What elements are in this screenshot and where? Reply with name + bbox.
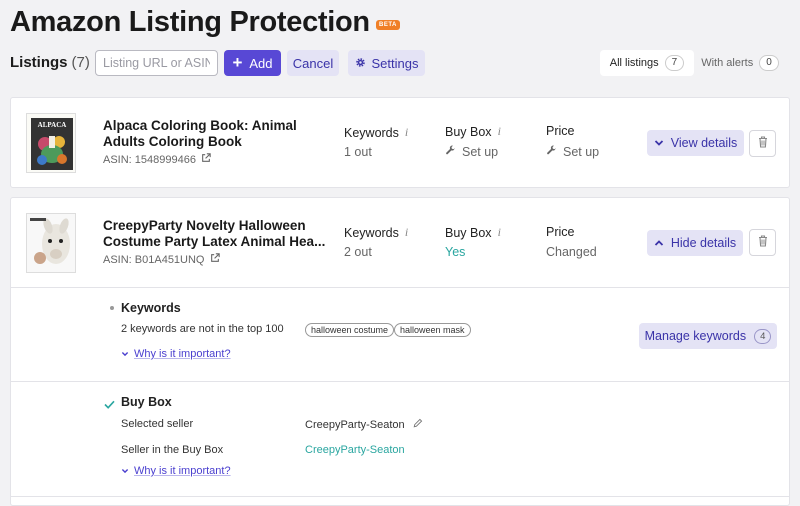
wrench-icon: [445, 145, 456, 159]
view-details-button[interactable]: View details: [647, 130, 744, 156]
listings-label: Listings: [10, 54, 68, 71]
tab-all-listings[interactable]: All listings 7: [600, 50, 694, 76]
chevron-down-icon: [121, 348, 129, 360]
keywords-column-header: Keywords i: [344, 225, 409, 240]
tab-with-alerts[interactable]: With alerts 0: [700, 50, 780, 76]
product-thumbnail: [26, 213, 76, 273]
gear-icon: [355, 56, 366, 71]
page-title: Amazon Listing Protection: [10, 6, 370, 38]
why-important-link[interactable]: Why is it important?: [121, 465, 231, 477]
tab-all-label: All listings: [609, 57, 659, 69]
product-thumbnail: ALPACA: [26, 113, 76, 173]
manage-keywords-count: 4: [754, 328, 772, 344]
trash-icon: [758, 234, 768, 252]
price-column-header: Price: [546, 124, 575, 138]
info-icon[interactable]: i: [405, 125, 408, 140]
buybox-section-title: Buy Box: [121, 395, 172, 409]
keywords-value: 2 out: [344, 245, 372, 259]
listing-url-input[interactable]: [95, 50, 218, 76]
selected-seller-label: Selected seller: [121, 418, 194, 430]
tab-all-count: 7: [664, 55, 685, 71]
selected-seller-value: CreepyParty-Seaton: [305, 418, 405, 431]
add-button-label: Add: [249, 55, 273, 71]
beta-badge: BETA: [376, 20, 400, 30]
info-icon[interactable]: i: [498, 225, 501, 240]
why-important-link[interactable]: Why is it important?: [121, 348, 231, 360]
pencil-icon[interactable]: [413, 418, 423, 431]
cancel-button[interactable]: Cancel: [287, 50, 339, 76]
cancel-button-label: Cancel: [292, 55, 334, 71]
chevron-down-icon: [121, 465, 129, 477]
plus-icon: +: [232, 53, 243, 72]
selected-seller: CreepyParty-Seaton: [305, 418, 423, 431]
keywords-column-header: Keywords i: [344, 125, 409, 140]
divider: [10, 381, 790, 382]
buybox-column-header: Buy Box i: [445, 124, 501, 139]
chevron-down-icon: [654, 136, 664, 150]
keywords-section-title: Keywords: [121, 301, 181, 315]
wrench-icon: [546, 145, 557, 159]
keyword-tag: halloween mask: [394, 323, 471, 337]
buybox-value: Yes: [445, 245, 466, 259]
manage-keywords-button[interactable]: Manage keywords 4: [639, 323, 777, 349]
divider: [10, 287, 790, 288]
price-value: Changed: [546, 245, 597, 259]
product-asin: ASIN: 1548999466: [103, 153, 211, 166]
tab-alerts-label: With alerts: [701, 57, 754, 69]
product-title[interactable]: CreepyParty Novelty Halloween Costume Pa…: [103, 218, 325, 250]
check-icon: [104, 396, 115, 414]
settings-button-label: Settings: [371, 55, 419, 71]
info-icon[interactable]: i: [498, 124, 501, 139]
price-column-header: Price: [546, 225, 575, 239]
seller-in-buybox-value[interactable]: CreepyParty-Seaton: [305, 444, 405, 456]
buybox-setup-link[interactable]: Set up: [445, 145, 498, 159]
keywords-value: 1 out: [344, 145, 372, 159]
settings-button[interactable]: Settings: [348, 50, 425, 76]
delete-listing-button[interactable]: [749, 130, 776, 157]
trash-icon: [758, 135, 768, 153]
external-link-icon[interactable]: [201, 153, 211, 166]
listings-heading: Listings (7): [10, 54, 90, 71]
buybox-column-header: Buy Box i: [445, 225, 501, 240]
tab-alerts-count: 0: [759, 55, 779, 71]
chevron-up-icon: [654, 236, 664, 250]
keywords-message: 2 keywords are not in the top 100: [121, 323, 284, 335]
product-asin: ASIN: B01A451UNQ: [103, 253, 220, 266]
info-icon[interactable]: i: [405, 225, 408, 240]
add-button[interactable]: + Add: [224, 50, 281, 76]
external-link-icon[interactable]: [210, 253, 220, 266]
divider: [10, 496, 790, 497]
price-setup-link[interactable]: Set up: [546, 145, 599, 159]
delete-listing-button[interactable]: [749, 229, 776, 256]
seller-in-buybox-label: Seller in the Buy Box: [121, 444, 224, 456]
thumbnail-text: ALPACA: [38, 121, 67, 129]
keyword-tag: halloween costume: [305, 323, 395, 337]
hide-details-button[interactable]: Hide details: [647, 230, 743, 256]
alert-bullet-icon: [110, 306, 114, 310]
listings-count: (7): [71, 54, 90, 71]
product-title[interactable]: Alpaca Coloring Book: Animal Adults Colo…: [103, 118, 297, 150]
